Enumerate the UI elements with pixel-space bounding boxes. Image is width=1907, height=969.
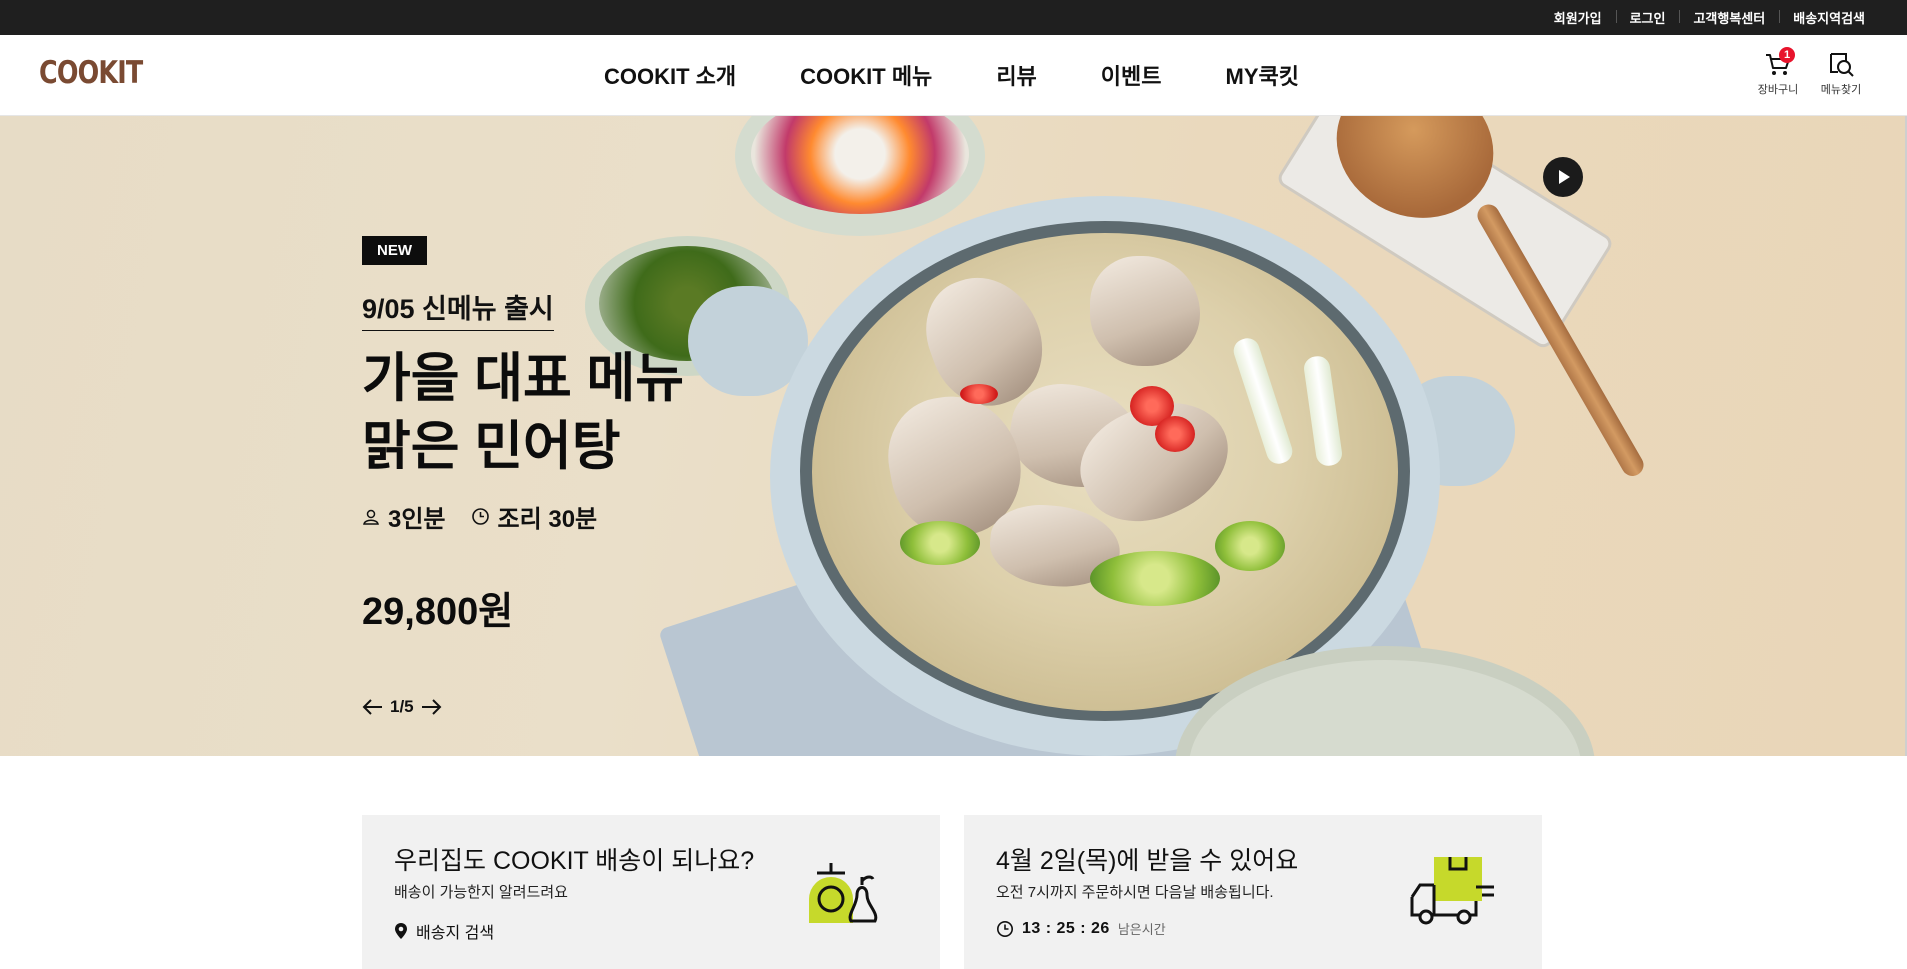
- prev-arrow-icon[interactable]: [362, 698, 384, 716]
- servings-info: 3인분: [362, 499, 446, 534]
- slide-counter: 1/5: [390, 697, 414, 716]
- person-icon: [363, 509, 379, 525]
- menu-search-icon: [1830, 53, 1854, 77]
- menu-finder-button[interactable]: 메뉴찾기: [1815, 49, 1867, 97]
- delivery-check-card[interactable]: 우리집도 COOKIT 배송이 되나요? 배송이 가능한지 알려드려요 배송지 …: [362, 815, 940, 969]
- hero-banner[interactable]: NEW 9/05 신메뉴 출시 가을 대표 메뉴 맑은 민어탕 3인분 조리 3…: [0, 116, 1905, 756]
- hero-title-line2: 맑은 민어탕: [362, 417, 621, 476]
- slide-pager: 1/5: [362, 697, 442, 717]
- utility-links: 회원가입 로그인 고객행복센터 배송지역검색: [1540, 0, 1865, 35]
- nav-item-event[interactable]: 이벤트: [1101, 59, 1162, 91]
- zucchini-slice: [1215, 521, 1285, 571]
- red-pepper-slice: [960, 384, 998, 404]
- site-logo[interactable]: COOKIT: [39, 55, 143, 91]
- login-link[interactable]: 로그인: [1615, 8, 1680, 27]
- next-arrow-icon[interactable]: [420, 698, 442, 716]
- cook-time-info: 조리 30분: [471, 499, 597, 534]
- new-tag: NEW: [362, 236, 427, 265]
- location-pin-icon: [395, 923, 407, 939]
- nav-item-menu[interactable]: COOKIT 메뉴: [800, 59, 932, 91]
- delivery-check-desc: 배송이 가능한지 알려드려요: [394, 884, 568, 901]
- nav-item-review[interactable]: 리뷰: [996, 59, 1036, 91]
- signup-link[interactable]: 회원가입: [1540, 8, 1616, 27]
- grocery-scale-illustration-icon: [809, 863, 878, 923]
- hero-text: NEW 9/05 신메뉴 출시 가을 대표 메뉴 맑은 민어탕 3인분 조리 3…: [362, 236, 684, 635]
- delivery-date-desc: 오전 7시까지 주문하시면 다음날 배송됩니다.: [996, 884, 1274, 901]
- zucchini-slice: [1090, 551, 1220, 606]
- hero-price: 29,800원: [362, 591, 514, 633]
- cart-label: 장바구니: [1757, 84, 1799, 96]
- top-utility-bar: 회원가입 로그인 고객행복센터 배송지역검색: [0, 0, 1907, 35]
- hero-title-line1: 가을 대표 메뉴: [362, 349, 685, 408]
- delivery-date-title: 4월 2일(목)에 받을 수 있어요: [996, 847, 1299, 875]
- nav-item-about[interactable]: COOKIT 소개: [604, 59, 736, 91]
- site-header: COOKIT COOKIT 소개 COOKIT 메뉴 리뷰 이벤트 MY쿡킷 1…: [0, 35, 1907, 116]
- fish-piece: [1090, 256, 1200, 366]
- main-nav: COOKIT 소개 COOKIT 메뉴 리뷰 이벤트 MY쿡킷: [604, 35, 1299, 115]
- cart-count-badge: 1: [1779, 47, 1795, 63]
- hero-title: 가을 대표 메뉴 맑은 민어탕: [362, 345, 684, 481]
- red-pepper-slice: [1155, 416, 1195, 452]
- delivery-truck-illustration-icon: [1410, 857, 1494, 925]
- clock-icon: [997, 920, 1013, 937]
- menu-finder-label: 메뉴찾기: [1820, 84, 1862, 96]
- countdown: 13 : 25 : 26 남은시간: [996, 919, 1166, 938]
- video-play-button[interactable]: [1543, 157, 1583, 197]
- pickle-bowl: [735, 116, 985, 236]
- customer-center-link[interactable]: 고객행복센터: [1679, 8, 1779, 27]
- delivery-area-search-link[interactable]: 배송지역검색: [1779, 8, 1865, 27]
- delivery-date-card: 4월 2일(목)에 받을 수 있어요 오전 7시까지 주문하시면 다음날 배송됩…: [964, 815, 1542, 969]
- delivery-check-title: 우리집도 COOKIT 배송이 되나요?: [394, 847, 755, 875]
- green-pepper-slice: [900, 521, 980, 565]
- clock-icon: [471, 508, 489, 525]
- cart-button[interactable]: 1 장바구니: [1752, 47, 1804, 97]
- remaining-time-label: 남은시간: [1117, 922, 1166, 937]
- countdown-timer: 13 : 25 : 26: [1022, 919, 1110, 937]
- address-search-link[interactable]: 배송지 검색: [394, 919, 494, 943]
- hero-meta: 3인분 조리 30분: [362, 499, 684, 534]
- nav-item-mycookit[interactable]: MY쿡킷: [1226, 59, 1299, 91]
- hero-subtitle: 9/05 신메뉴 출시: [362, 287, 554, 331]
